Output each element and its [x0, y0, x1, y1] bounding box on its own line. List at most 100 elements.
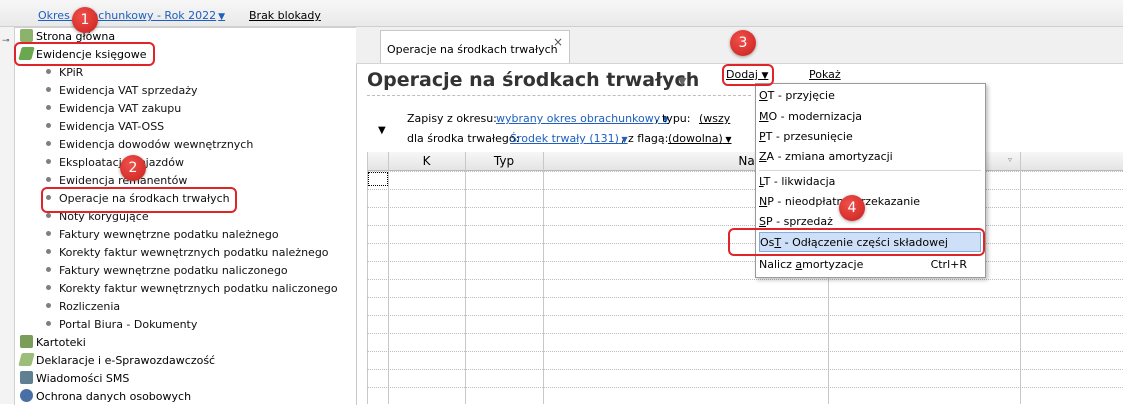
menu-item-code: M — [759, 110, 769, 123]
menu-item-code-rest: P — [765, 215, 773, 228]
grid-row-line — [367, 261, 1123, 262]
tree-item-cards[interactable]: Kartoteki — [20, 334, 86, 351]
bullet-icon — [46, 69, 51, 74]
tree-item-declarations[interactable]: Deklaracje i e-Sprawozdawczość — [18, 352, 216, 369]
type-filter-label: , typu: — [655, 112, 691, 125]
page-title: Operacje na środkach trwałych — [367, 69, 700, 91]
current-cell[interactable] — [368, 172, 388, 186]
tree-subitem-vat-oss[interactable]: Ewidencja VAT-OSS — [46, 118, 164, 135]
tree-subitem-vat-sales[interactable]: Ewidencja VAT sprzedaży — [46, 82, 198, 99]
menu-item-ot[interactable]: OT - przyjęcie — [759, 86, 981, 106]
lock-status-link[interactable]: Brak blokady — [249, 9, 321, 22]
grid-row-line — [367, 225, 1123, 226]
tree-subitem-label: Ewidencja dowodów wewnętrznych — [59, 138, 254, 151]
tree-subitem-vat-purchase[interactable]: Ewidencja VAT zakupu — [46, 100, 181, 117]
grid-row-line — [367, 189, 1123, 190]
bullet-icon — [46, 321, 51, 326]
grid-row-line — [367, 387, 1123, 388]
menu-item-code-rest: A — [766, 150, 775, 163]
tree-subitem-internal-invoices-due[interactable]: Faktury wewnętrzne podatku należnego — [46, 226, 279, 243]
tree-subitem-kpir[interactable]: KPiR — [46, 64, 83, 81]
pin-icon[interactable]: ⊸ — [2, 36, 10, 46]
close-icon[interactable]: × — [553, 35, 563, 49]
menu-item-code-rest: P — [767, 195, 774, 208]
grid-row-line — [367, 333, 1123, 334]
tree-subitem-label: Ewidencja VAT zakupu — [59, 102, 182, 115]
type-filter-value[interactable]: (wszy — [699, 112, 730, 125]
privacy-icon — [20, 389, 33, 402]
chevron-down-icon: ▼ — [722, 135, 732, 144]
grid-row-line — [367, 279, 1123, 280]
menu-item-pt[interactable]: PT - przesunięcie — [759, 127, 981, 147]
menu-item-label-post: mortyzacje — [802, 258, 864, 271]
highlight-fixed-asset-operations — [41, 187, 237, 213]
filter-icon[interactable]: ▿ — [1008, 155, 1012, 164]
tree-subitem-label: Faktury wewnętrzne podatku naliczonego — [59, 264, 288, 277]
flag-filter-value[interactable]: (dowolna) ▼ — [668, 132, 732, 145]
tree-subitem-internal-invoices-input[interactable]: Faktury wewnętrzne podatku naliczonego — [46, 262, 288, 279]
period-filter-text: wybrany okres obrachunkowy — [496, 112, 661, 125]
bullet-icon — [46, 105, 51, 110]
bullet-icon — [46, 213, 51, 218]
highlight-ost-item — [728, 228, 985, 256]
period-filter-label: Zapisy z okresu: — [407, 112, 497, 125]
bullet-icon — [46, 159, 51, 164]
tree-subitem-settlements[interactable]: Rozliczenia — [46, 298, 120, 315]
tree-item-label: Deklaracje i e-Sprawozdawczość — [36, 354, 216, 367]
filter-toggle-icon[interactable]: ▼ — [378, 125, 386, 136]
menu-item-code: N — [759, 195, 768, 208]
menu-item-code: P — [759, 130, 766, 143]
period-selector[interactable]: Okres obrachunkowy - Rok 2022 ▼ — [38, 9, 225, 22]
tree-subitem-label: Rozliczenia — [59, 300, 121, 313]
highlight-add-button — [722, 64, 774, 86]
asset-filter-label: dla środka trwałego: — [407, 132, 520, 145]
tree-subitem-internal-docs[interactable]: Ewidencja dowodów wewnętrznych — [46, 136, 253, 153]
column-header-k[interactable]: K — [388, 153, 465, 169]
tree-subitem-label: KPiR — [59, 66, 84, 79]
period-label: Okres obrachunkowy - Rok 2022 — [38, 9, 217, 22]
step-badge-4: 4 — [839, 195, 865, 221]
tree-subitem-label: Korekty faktur wewnętrznych podatku nali… — [59, 282, 338, 295]
column-header-type[interactable]: Typ — [465, 153, 543, 169]
menu-item-lt[interactable]: LT - likwidacja — [759, 172, 981, 192]
period-filter-value[interactable]: wybrany okres obrachunkowy ▼ — [496, 112, 669, 125]
menu-item-accrue-depreciation[interactable]: Nalicz amortyzacje Ctrl+R — [759, 255, 981, 275]
grid-row-line — [367, 369, 1123, 370]
menu-item-za[interactable]: ZA - zmiana amortyzacji — [759, 147, 981, 167]
tree-subitem-vehicles[interactable]: Eksploatacja pojazdów — [46, 154, 184, 171]
menu-item-label-pre: Nalicz — [759, 258, 796, 271]
bullet-icon — [46, 123, 51, 128]
tree-item-label: Kartoteki — [36, 336, 86, 349]
tree-item-sms[interactable]: Wiadomości SMS — [20, 370, 129, 387]
tree-item-label: Ochrona danych osobowych — [36, 390, 192, 403]
menu-item-code: Z — [759, 150, 767, 163]
tab-fixed-asset-operations[interactable]: Operacje na środkach trwałych × — [380, 30, 570, 63]
menu-item-np[interactable]: NP - nieodpłatne przekazanie — [759, 192, 981, 212]
tree-item-privacy[interactable]: Ochrona danych osobowych — [20, 388, 191, 405]
tree-subitem-corrections-input[interactable]: Korekty faktur wewnętrznych podatku nali… — [46, 280, 338, 297]
chevron-down-icon[interactable]: ▼ — [678, 75, 686, 88]
declarations-icon — [18, 353, 35, 366]
tree-subitem-label: Portal Biura - Dokumenty — [59, 318, 198, 331]
bullet-icon — [46, 177, 51, 182]
tree-subitem-corrections-due[interactable]: Korekty faktur wewnętrznych podatku nale… — [46, 244, 329, 261]
asset-filter-text: Środek trwały (131) — [510, 132, 619, 145]
show-button[interactable]: Pokaż — [809, 68, 841, 81]
menu-item-mo[interactable]: MO - modernizacja — [759, 107, 981, 127]
step-badge-1: 1 — [72, 7, 98, 33]
flag-filter-label: , z flagą: — [621, 132, 669, 145]
menu-item-code-rest: O — [768, 110, 778, 123]
asset-filter-value[interactable]: Środek trwały (131) ▼ — [510, 132, 628, 145]
menu-item-label: - sprzedaż — [772, 215, 833, 228]
step-badge-3: 3 — [730, 30, 756, 56]
tree-item-label: Wiadomości SMS — [36, 372, 130, 385]
menu-item-code: S — [759, 215, 766, 228]
tree-subitem-label: Faktury wewnętrzne podatku należnego — [59, 228, 279, 241]
chevron-down-icon: ▼ — [218, 12, 226, 22]
bullet-icon — [46, 231, 51, 236]
flag-filter-text: (dowolna) — [668, 132, 723, 145]
tab-label: Operacje na środkach trwałych — [387, 43, 558, 56]
bullet-icon — [46, 141, 51, 146]
step-badge-2: 2 — [120, 155, 146, 181]
tree-subitem-portal-documents[interactable]: Portal Biura - Dokumenty — [46, 316, 197, 333]
